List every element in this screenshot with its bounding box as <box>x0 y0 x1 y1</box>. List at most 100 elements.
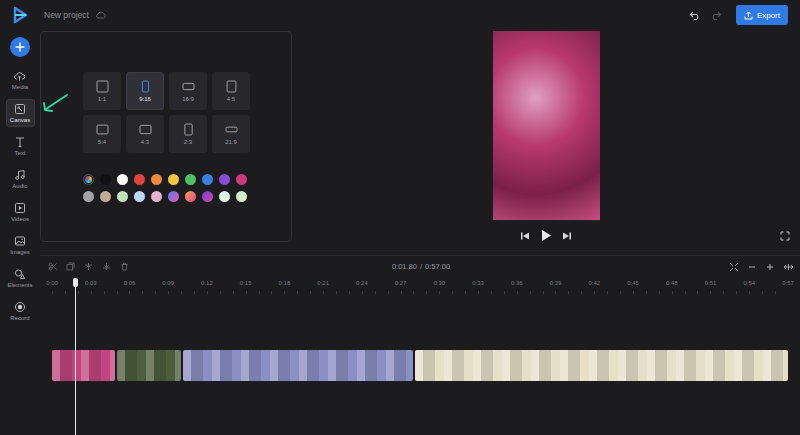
ruler-label: 0:12 <box>201 280 213 286</box>
ruler-label: 0:36 <box>511 280 523 286</box>
sidebar-item[interactable]: Videos <box>6 198 35 226</box>
ruler-label: 0:27 <box>395 280 407 286</box>
color-swatch[interactable] <box>185 174 196 185</box>
ruler-label: 0:48 <box>666 280 678 286</box>
duplicate-icon[interactable] <box>66 262 75 271</box>
ruler-label: 0:03 <box>85 280 97 286</box>
ruler-label: 0:45 <box>627 280 639 286</box>
color-swatch[interactable] <box>185 191 196 202</box>
export-label: Export <box>757 11 780 20</box>
arrow-icon <box>40 92 70 116</box>
sidebar-label: Videos <box>11 216 29 222</box>
ratio-label: 5:4 <box>98 139 106 145</box>
move-down-icon[interactable] <box>102 262 111 271</box>
ratio-label: 1:1 <box>98 96 106 102</box>
color-swatch[interactable] <box>151 174 162 185</box>
skip-forward-icon[interactable] <box>562 231 572 241</box>
workspace: Media Canvas Text Audio Videos Images Elements… <box>0 30 800 435</box>
sidebar-item[interactable]: Elements <box>6 264 35 292</box>
color-swatch[interactable] <box>134 174 145 185</box>
add-item <box>0 30 40 63</box>
ratio-option[interactable]: 4:5 <box>212 72 250 110</box>
player-controls <box>292 229 800 242</box>
video-clip[interactable] <box>52 350 115 381</box>
sidebar-label: Record <box>10 315 29 321</box>
ratio-option[interactable]: 4:3 <box>126 115 164 153</box>
export-button[interactable]: Export <box>736 5 788 25</box>
skip-back-icon[interactable] <box>520 231 530 241</box>
color-swatch[interactable] <box>134 191 145 202</box>
split-icon[interactable] <box>48 262 57 271</box>
move-up-icon[interactable] <box>84 262 93 271</box>
sidebar-item[interactable]: Text <box>6 132 35 160</box>
color-swatch[interactable] <box>100 191 111 202</box>
cloud-status <box>95 11 106 19</box>
color-swatches <box>83 174 291 202</box>
sidebar-slot: Canvas <box>0 96 40 129</box>
ruler-label: 0:06 <box>124 280 136 286</box>
fullscreen-icon[interactable] <box>780 231 790 241</box>
logo-icon[interactable] <box>12 6 28 24</box>
video-clip[interactable] <box>415 350 788 381</box>
color-swatch[interactable] <box>83 191 94 202</box>
zoom-in-icon[interactable] <box>765 262 775 272</box>
sidebar-label: Media <box>12 84 28 90</box>
sidebar-slot: Text <box>0 129 40 162</box>
sidebar-item[interactable]: Images <box>6 231 35 259</box>
clip-track <box>52 350 788 381</box>
color-picker[interactable] <box>83 174 94 185</box>
color-swatch[interactable] <box>219 174 230 185</box>
color-swatch[interactable] <box>202 174 213 185</box>
ruler-label: 0:09 <box>162 280 174 286</box>
ratio-option[interactable]: 1:1 <box>83 72 121 110</box>
sidebar-item[interactable]: Audio <box>6 165 35 193</box>
fit-icon[interactable] <box>729 262 739 272</box>
sidebar-item[interactable]: Canvas <box>6 99 35 127</box>
aspect-ratio-icon <box>139 80 152 93</box>
color-swatch[interactable] <box>168 191 179 202</box>
timeline: 0:01.80/0:57.000:000:030:060:090:120:150… <box>40 255 800 435</box>
color-swatch[interactable] <box>219 191 230 202</box>
sidebar-item[interactable]: Record <box>6 297 35 325</box>
color-swatch[interactable] <box>202 191 213 202</box>
preview-frame <box>493 31 600 220</box>
ruler-label: 0:51 <box>705 280 717 286</box>
playhead[interactable] <box>75 278 76 435</box>
expand-icon[interactable] <box>783 262 794 272</box>
color-swatch[interactable] <box>236 174 247 185</box>
sidebar-item[interactable]: Media <box>6 66 35 94</box>
undo-icon[interactable] <box>689 10 701 20</box>
color-swatch[interactable] <box>100 174 111 185</box>
canvas-panel: 1:1 9:1616:94:5 5:4 4:3 2:3 21:9 <box>40 31 292 242</box>
redo-icon[interactable] <box>710 10 722 20</box>
color-swatch[interactable] <box>236 191 247 202</box>
ruler-label: 0:15 <box>240 280 252 286</box>
ruler-label: 0:18 <box>279 280 291 286</box>
color-swatch[interactable] <box>117 174 128 185</box>
ratio-option[interactable]: 9:16 <box>126 72 164 110</box>
playhead-handle[interactable] <box>73 278 78 287</box>
image-icon <box>14 235 26 247</box>
color-swatch[interactable] <box>168 174 179 185</box>
project-title[interactable]: New project <box>44 10 89 20</box>
color-swatch[interactable] <box>151 191 162 202</box>
color-swatch[interactable] <box>117 191 128 202</box>
sidebar: Media Canvas Text Audio Videos Images Elements… <box>0 30 40 435</box>
add-icon[interactable] <box>10 37 30 57</box>
play-icon[interactable] <box>540 229 552 242</box>
sidebar-label: Images <box>10 249 30 255</box>
trash-icon[interactable] <box>120 262 129 271</box>
canvas-icon <box>14 103 26 115</box>
ratio-option[interactable]: 21:9 <box>212 115 250 153</box>
ratio-option[interactable]: 2:3 <box>169 115 207 153</box>
video-clip[interactable] <box>183 350 413 381</box>
ratio-label: 2:3 <box>184 139 192 145</box>
ratio-option[interactable]: 5:4 <box>83 115 121 153</box>
aspect-ratio-icon <box>96 123 109 136</box>
ratio-option[interactable]: 16:9 <box>169 72 207 110</box>
text-icon <box>14 136 26 148</box>
zoom-out-icon[interactable] <box>747 262 757 272</box>
sidebar-slot: Audio <box>0 162 40 195</box>
video-clip[interactable] <box>117 350 180 381</box>
aspect-ratio-icon <box>225 80 238 93</box>
